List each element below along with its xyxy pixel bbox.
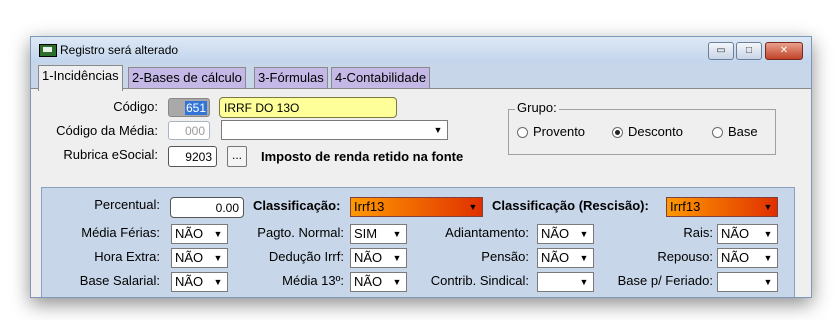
media-13-label: Média 13º: xyxy=(282,273,344,288)
repouso-label: Repouso: xyxy=(657,249,713,264)
app-icon xyxy=(39,44,57,57)
codigo-media-label: Código da Média: xyxy=(56,123,158,138)
tab-incidencias[interactable]: 1-Incidências xyxy=(38,65,123,91)
rubrica-lookup-button[interactable]: ... xyxy=(227,146,247,167)
window-title: Registro será alterado xyxy=(60,43,179,57)
radio-desconto[interactable] xyxy=(612,127,623,138)
pensao-value: NÃO xyxy=(541,250,570,265)
base-salarial-label: Base Salarial: xyxy=(79,273,160,288)
adiantamento-select[interactable]: NÃO ▼ xyxy=(537,224,594,244)
pagto-normal-select[interactable]: SIM ▼ xyxy=(350,224,407,244)
percentual-label: Percentual: xyxy=(94,197,160,212)
media-13-value: NÃO xyxy=(354,274,383,289)
chevron-down-icon: ▼ xyxy=(468,202,478,212)
radio-desconto-label[interactable]: Desconto xyxy=(628,124,683,139)
chevron-down-icon: ▼ xyxy=(576,250,592,266)
rubrica-input[interactable]: 9203 xyxy=(168,146,217,167)
contrib-sindical-label: Contrib. Sindical: xyxy=(430,273,529,288)
tab-formulas[interactable]: 3-Fórmulas xyxy=(254,67,328,89)
radio-provento[interactable] xyxy=(517,127,528,138)
close-button[interactable]: ✕ xyxy=(765,42,803,60)
tab-strip: 1-Incidências 2-Bases de cálculo 3-Fórmu… xyxy=(31,63,811,91)
pagto-normal-label: Pagto. Normal: xyxy=(257,225,344,240)
tab-contabilidade[interactable]: 4-Contabilidade xyxy=(331,67,431,89)
classificacao-rescisao-label: Classificação (Rescisão): xyxy=(492,198,649,213)
codigo-media-select[interactable]: ▼ xyxy=(221,120,448,140)
adiantamento-label: Adiantamento: xyxy=(445,225,529,240)
hora-extra-label: Hora Extra: xyxy=(94,249,160,264)
classificacao-rescisao-value: Irrf13 xyxy=(670,199,701,214)
rais-select[interactable]: NÃO ▼ xyxy=(717,224,778,244)
base-feriado-label: Base p/ Feriado: xyxy=(617,273,713,288)
chevron-down-icon: ▼ xyxy=(576,274,592,290)
rais-value: NÃO xyxy=(721,226,750,241)
deducao-irrf-select[interactable]: NÃO ▼ xyxy=(350,248,407,268)
classificacao-rescisao-select[interactable]: Irrf13 ▼ xyxy=(666,197,778,217)
codigo-input[interactable]: 651 xyxy=(168,98,210,117)
adiantamento-value: NÃO xyxy=(541,226,570,241)
codigo-media-input[interactable]: 000 xyxy=(168,121,210,140)
classificacao-select[interactable]: Irrf13 ▼ xyxy=(350,197,483,217)
deducao-irrf-label: Dedução Irrf: xyxy=(268,249,344,264)
codigo-label: Código: xyxy=(113,99,158,114)
incidencias-panel: Percentual: 0.00 Classificação: Irrf13 ▼… xyxy=(41,187,795,297)
base-salarial-value: NÃO xyxy=(175,274,204,289)
chevron-down-icon: ▼ xyxy=(210,250,226,266)
deducao-irrf-value: NÃO xyxy=(354,250,383,265)
media-ferias-select[interactable]: NÃO ▼ xyxy=(171,224,228,244)
chevron-down-icon: ▼ xyxy=(760,250,776,266)
radio-provento-label[interactable]: Provento xyxy=(533,124,585,139)
pensao-label: Pensão: xyxy=(481,249,529,264)
chevron-down-icon: ▼ xyxy=(389,226,405,242)
chevron-down-icon: ▼ xyxy=(430,122,446,138)
radio-base[interactable] xyxy=(712,127,723,138)
minimize-button[interactable]: ▭ xyxy=(708,42,734,60)
repouso-select[interactable]: NÃO ▼ xyxy=(717,248,778,268)
media-ferias-label: Média Férias: xyxy=(81,225,160,240)
radio-base-label[interactable]: Base xyxy=(728,124,758,139)
chevron-down-icon: ▼ xyxy=(210,274,226,290)
classificacao-label: Classificação: xyxy=(253,198,341,213)
hora-extra-select[interactable]: NÃO ▼ xyxy=(171,248,228,268)
classificacao-value: Irrf13 xyxy=(354,199,385,214)
window: Registro será alterado ▭ □ ✕ 1-Incidênci… xyxy=(30,36,812,298)
chevron-down-icon: ▼ xyxy=(210,226,226,242)
chevron-down-icon: ▼ xyxy=(389,274,405,290)
grupo-legend: Grupo: xyxy=(515,100,559,115)
base-feriado-select[interactable]: ▼ xyxy=(717,272,778,292)
rubrica-description: Imposto de renda retido na fonte xyxy=(261,149,464,164)
hora-extra-value: NÃO xyxy=(175,250,204,265)
base-salarial-select[interactable]: NÃO ▼ xyxy=(171,272,228,292)
codigo-value: 651 xyxy=(184,101,207,115)
chevron-down-icon: ▼ xyxy=(760,274,776,290)
rubrica-label: Rubrica eSocial: xyxy=(63,147,158,162)
percentual-input[interactable]: 0.00 xyxy=(170,197,244,218)
maximize-button[interactable]: □ xyxy=(736,42,762,60)
pensao-select[interactable]: NÃO ▼ xyxy=(537,248,594,268)
pagto-normal-value: SIM xyxy=(354,226,378,241)
chevron-down-icon: ▼ xyxy=(389,250,405,266)
title-bar[interactable]: Registro será alterado ▭ □ ✕ xyxy=(31,37,811,63)
tab-bases-de-calculo[interactable]: 2-Bases de cálculo xyxy=(128,67,246,89)
media-ferias-value: NÃO xyxy=(175,226,204,241)
nome-input[interactable]: IRRF DO 13O xyxy=(219,97,397,118)
media-13-select[interactable]: NÃO ▼ xyxy=(350,272,407,292)
chevron-down-icon: ▼ xyxy=(763,202,773,212)
chevron-down-icon: ▼ xyxy=(760,226,776,242)
contrib-sindical-select[interactable]: ▼ xyxy=(537,272,594,292)
chevron-down-icon: ▼ xyxy=(576,226,592,242)
repouso-value: NÃO xyxy=(721,250,750,265)
rais-label: Rais: xyxy=(683,225,713,240)
